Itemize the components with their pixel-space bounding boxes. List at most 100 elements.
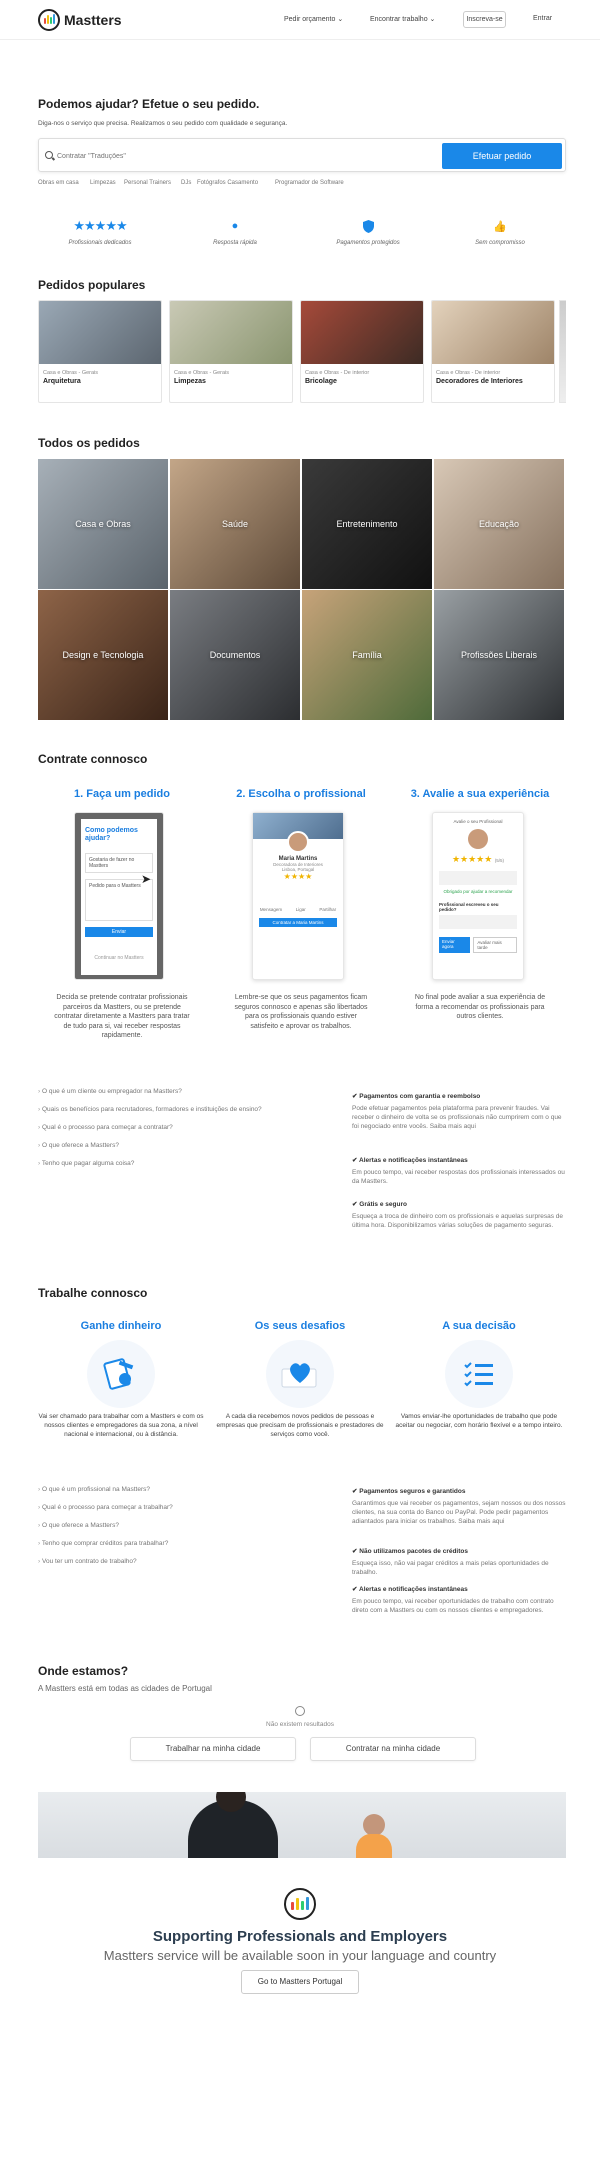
hero-subtitle: Diga-nos o serviço que precisa. Realizam… <box>38 120 288 127</box>
work-col-text: A cada dia recebemos novos pedidos de pe… <box>216 1413 384 1438</box>
all-requests-title: Todos os pedidos <box>38 436 140 450</box>
hire-in-my-city-button[interactable]: Contratar na minha cidade <box>310 1737 476 1761</box>
card-image <box>301 301 423 364</box>
category-tile[interactable]: Entretenimento <box>302 459 432 589</box>
login-link[interactable]: Entrar <box>533 15 552 22</box>
money-icon <box>87 1340 155 1408</box>
work-title: Trabalhe connosco <box>38 1286 148 1300</box>
work-col-text: Vai ser chamado para trabalhar com a Mas… <box>38 1413 204 1438</box>
popular-card[interactable]: Casa e Obras - Gerais Limpezas <box>169 300 293 403</box>
heart-icon <box>266 1340 334 1408</box>
submit-request-button[interactable]: Efetuar pedido <box>442 143 562 169</box>
brand-name: Mastters <box>64 12 122 28</box>
phone-mockup-profile: Maria Martins Decoradora de Interiores L… <box>252 812 344 980</box>
search-icon <box>45 151 53 159</box>
benefit-title: Pagamentos com garantia e reembolso <box>352 1092 480 1100</box>
benefit-text: Pode efetuar pagamentos pela plataforma … <box>352 1105 562 1130</box>
go-to-portugal-button[interactable]: Go to Mastters Portugal <box>241 1970 359 1994</box>
step-description: Lembre-se que os seus pagamentos ficam s… <box>234 994 368 1030</box>
search-input[interactable] <box>57 149 437 163</box>
nav-request-quote[interactable]: Pedir orçamento ⌄ <box>284 15 343 23</box>
quick-link[interactable]: Personal Trainers <box>124 180 171 186</box>
chevron-down-icon: ⌄ <box>429 16 436 23</box>
category-tile[interactable]: Design e Tecnologia <box>38 590 168 720</box>
quick-link[interactable]: Programador de Software <box>275 180 344 186</box>
faq-item[interactable]: O que oferece a Mastters? <box>38 1142 119 1149</box>
footer-title: Supporting Professionals and Employers <box>152 1928 448 1945</box>
benefit-title: Alertas e notificações instantâneas <box>352 1585 468 1593</box>
search-bar: Efetuar pedido <box>38 138 566 172</box>
faq-item[interactable]: Quais os benefícios para recrutadores, f… <box>38 1106 262 1113</box>
quick-link[interactable]: Limpezas <box>90 180 116 186</box>
site-header: Mastters Pedir orçamento ⌄ Encontrar tra… <box>0 0 600 40</box>
phone-mockup-review: Avalie o seu Profissional ★★★★★ (5/5) Ob… <box>432 812 524 980</box>
benefit-text: Em pouco tempo, vai receber oportunidade… <box>352 1598 554 1614</box>
category-tile[interactable]: Família <box>302 590 432 720</box>
hero-photo-banner <box>38 1792 566 1858</box>
quick-link[interactable]: Obras em casa <box>38 180 79 186</box>
step-title: 3. Avalie a sua experiência <box>410 788 550 800</box>
benefit-title: Alertas e notificações instantâneas <box>352 1156 468 1164</box>
category-tile[interactable]: Saúde <box>170 459 300 589</box>
shield-icon <box>308 218 428 234</box>
work-col-title: A sua decisão <box>442 1320 516 1332</box>
register-button[interactable]: Inscreva-se <box>463 11 506 28</box>
search-icon <box>295 1706 305 1716</box>
feature-protected-payments: Pagamentos protegidos <box>308 218 428 246</box>
work-col-text: Vamos enviar-lhe oportunidades de trabal… <box>395 1413 563 1429</box>
benefit-text: Esqueça isso, não vai pagar créditos a m… <box>352 1560 549 1576</box>
hire-title: Contrate connosco <box>38 752 148 766</box>
nav-find-work[interactable]: Encontrar trabalho ⌄ <box>370 15 435 23</box>
category-tile[interactable]: Documentos <box>170 590 300 720</box>
popular-card[interactable]: Casa e Obras - De interior Decoradores d… <box>431 300 555 403</box>
avatar <box>287 831 309 853</box>
card-image <box>170 301 292 364</box>
card-image <box>39 301 161 364</box>
hero-title: Podemos ajudar? Efetue o seu pedido. <box>38 97 260 111</box>
rocket-icon: ● <box>231 220 239 232</box>
empty-results: Não existem resultados <box>266 1721 334 1728</box>
category-tile[interactable]: Educação <box>434 459 564 589</box>
brand-logo[interactable]: Mastters <box>38 9 122 31</box>
footer-subtitle: Mastters service will be available soon … <box>103 1948 497 1963</box>
popular-card[interactable]: Casa e Obras - De interior Bricolage <box>300 300 424 403</box>
category-tile[interactable]: Profissões Liberais <box>434 590 564 720</box>
step-description: No final pode avaliar a sua experiência … <box>414 994 546 1020</box>
where-title: Onde estamos? <box>38 1664 129 1678</box>
feature-dedicated: ★★★★★ Profissionais dedicados <box>40 218 160 246</box>
benefit-title: Grátis e seguro <box>352 1200 407 1208</box>
faq-item[interactable]: O que é um cliente ou empregador na Mast… <box>38 1088 182 1095</box>
phone-mockup-request: Como podemos ajudar? Gostaria de fazer n… <box>74 812 164 980</box>
quick-link[interactable]: DJs <box>181 180 191 186</box>
faq-item[interactable]: Qual é o processo para começar a trabalh… <box>38 1504 173 1511</box>
faq-item[interactable]: Tenho que pagar alguma coisa? <box>38 1160 135 1167</box>
benefit-text: Em pouco tempo, vai receber respostas do… <box>352 1169 565 1185</box>
checklist-icon <box>445 1340 513 1408</box>
benefit-title: Não utilizamos pacotes de créditos <box>352 1547 468 1555</box>
cursor-icon: ➤ <box>141 872 152 886</box>
feature-no-commitment: 👍 Sem compromisso <box>440 218 560 247</box>
step-title: 1. Faça um pedido <box>74 788 170 800</box>
popular-card[interactable]: Casa e Obras - Gerais Arquitetura <box>38 300 162 403</box>
faq-item[interactable]: Vou ter um contrato de trabalho? <box>38 1558 137 1565</box>
faq-item[interactable]: Qual é o processo para começar a contrat… <box>38 1124 173 1131</box>
faq-item[interactable]: Tenho que comprar créditos para trabalha… <box>38 1540 168 1547</box>
popular-title: Pedidos populares <box>38 278 146 292</box>
card-image <box>432 301 554 364</box>
faq-item[interactable]: O que oferece a Mastters? <box>38 1522 119 1529</box>
footer-logo-icon <box>284 1888 316 1920</box>
step-title: 2. Escolha o profissional <box>236 788 366 800</box>
feature-fast-response: ● Resposta rápida <box>175 218 295 246</box>
chevron-down-icon: ⌄ <box>337 16 344 23</box>
faq-item[interactable]: O que é um profissional na Mastters? <box>38 1486 150 1493</box>
quick-link[interactable]: Fotógrafos Casamento <box>197 180 258 186</box>
work-col-title: Ganhe dinheiro <box>80 1320 162 1332</box>
benefit-text: Esqueça a troca de dinheiro com os profi… <box>352 1213 564 1229</box>
category-tile[interactable]: Casa e Obras <box>38 459 168 589</box>
avatar <box>468 829 488 849</box>
card-peek <box>559 300 566 403</box>
work-in-my-city-button[interactable]: Trabalhar na minha cidade <box>130 1737 296 1761</box>
logo-icon <box>38 9 60 31</box>
work-col-title: Os seus desafios <box>254 1320 346 1332</box>
benefit-title: Pagamentos seguros e garantidos <box>352 1487 465 1495</box>
